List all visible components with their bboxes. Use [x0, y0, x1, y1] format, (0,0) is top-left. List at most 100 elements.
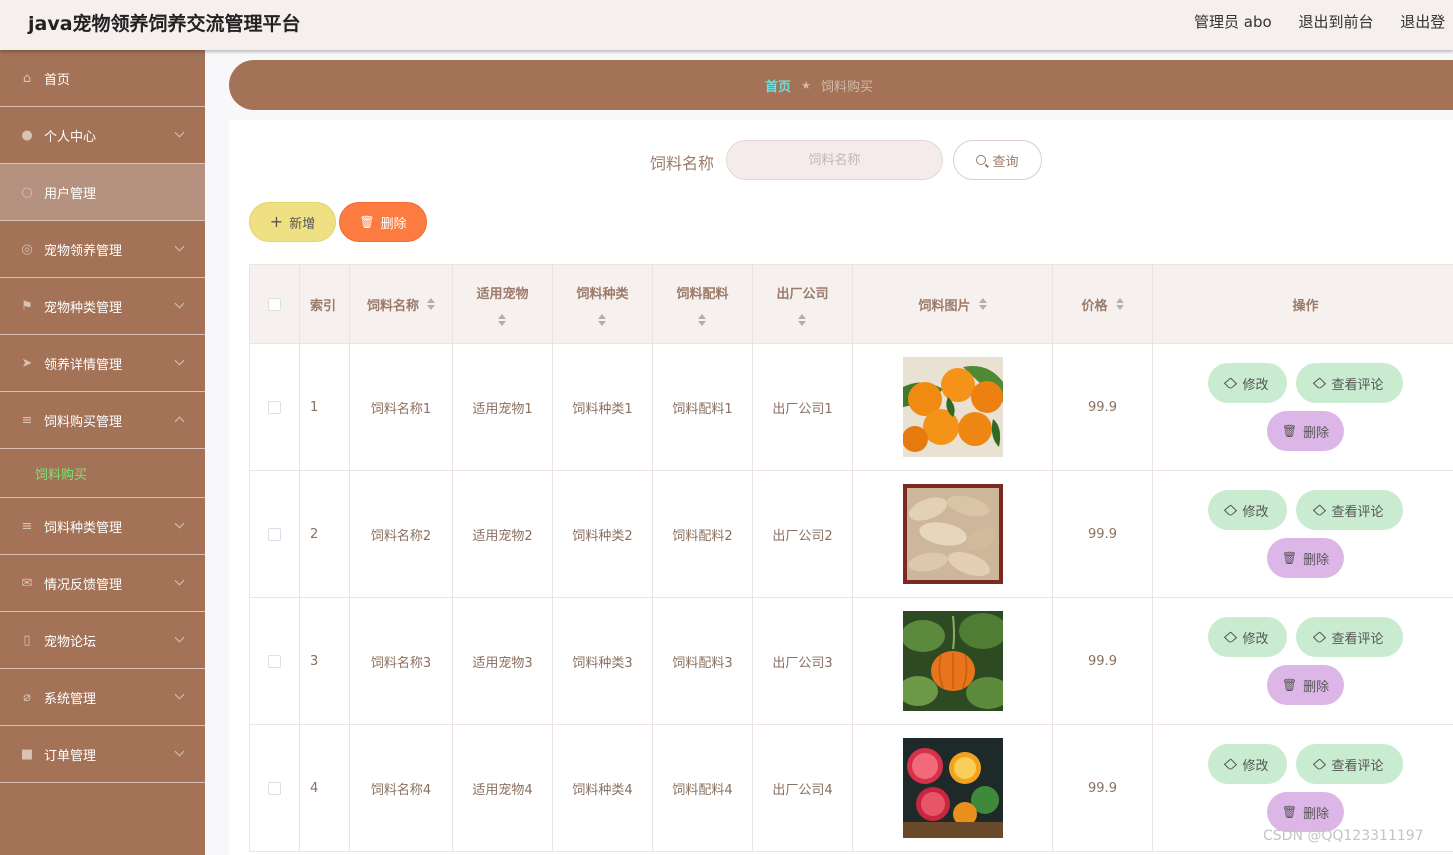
sort-icon[interactable] [798, 313, 807, 326]
col-index: 索引 [310, 298, 337, 314]
search-button[interactable]: 查询 [953, 140, 1042, 180]
row-checkbox[interactable] [268, 781, 281, 795]
cell-price: 99.9 [1053, 598, 1153, 725]
cell-type: 饲料种类3 [553, 598, 653, 725]
search-input[interactable] [726, 140, 943, 180]
sidebar-item-user-management[interactable]: ○ 用户管理 [0, 164, 205, 221]
edit-icon [1224, 503, 1238, 517]
sidebar-item-pet-forum[interactable]: ▯ 宠物论坛 [0, 612, 205, 669]
content-panel: 饲料名称 查询 + 新增 🗑 删除 索引 饲料名称 适用宠物 饲料种类 饲料配料… [229, 120, 1453, 855]
edit-icon [1313, 503, 1327, 517]
trash-icon: 🗑 [1281, 424, 1298, 438]
chevron-down-icon [174, 575, 185, 586]
sidebar-item-feed-purchase[interactable]: ≡ 饲料购买管理 [0, 392, 205, 449]
back-to-front-link[interactable]: 退出到前台 [1298, 13, 1373, 31]
breadcrumb-home[interactable]: 首页 [765, 76, 791, 95]
batch-delete-button[interactable]: 🗑 删除 [339, 202, 427, 242]
sidebar-subitem-feed-purchase[interactable]: 饲料购买 [0, 449, 205, 498]
app-title: java宠物领养饲养交流管理平台 [28, 13, 301, 35]
edit-icon [1224, 630, 1238, 644]
current-user: 管理员 abo [1194, 13, 1272, 31]
cell-ingredient: 饲料配料1 [653, 344, 753, 471]
row-checkbox[interactable] [268, 527, 281, 541]
sidebar-item-home[interactable]: ⌂ 首页 [0, 50, 205, 107]
search-label: 饲料名称 [650, 154, 715, 173]
feed-image-ginger [902, 484, 1003, 584]
col-ingredient: 饲料配料 [676, 286, 729, 302]
sidebar-item-personal-center[interactable]: ● 个人中心 [0, 107, 205, 164]
batch-delete-label: 删除 [380, 216, 407, 232]
sort-icon[interactable] [698, 313, 707, 326]
row-delete-button[interactable]: 🗑 删除 [1267, 411, 1344, 451]
sidebar-item-label: 情况反馈管理 [44, 577, 123, 593]
users-icon: ○ [21, 184, 33, 200]
cell-ingredient: 饲料配料2 [653, 471, 753, 598]
sidebar-item-feed-category[interactable]: ≡ 饲料种类管理 [0, 498, 205, 555]
search-button-label: 查询 [992, 154, 1019, 170]
col-actions: 操作 [1292, 298, 1319, 314]
cell-ingredient: 饲料配料4 [653, 725, 753, 852]
view-comments-button[interactable]: 查看评论 [1296, 744, 1403, 784]
cell-price: 99.9 [1053, 725, 1153, 852]
sort-icon[interactable] [427, 298, 435, 310]
sidebar-item-feedback[interactable]: ✉ 情况反馈管理 [0, 555, 205, 612]
trash-icon: 🗑 [359, 215, 375, 229]
sort-icon[interactable] [1115, 298, 1124, 310]
breadcrumb-current: 饲料购买 [820, 79, 873, 95]
select-all-checkbox[interactable] [268, 297, 281, 311]
edit-icon [1224, 376, 1238, 390]
row-delete-button[interactable]: 🗑 删除 [1267, 538, 1344, 578]
row-delete-label: 删除 [1303, 806, 1330, 822]
sort-icon[interactable] [498, 313, 507, 326]
chevron-down-icon [174, 689, 185, 700]
sidebar-item-label: 系统管理 [44, 691, 97, 707]
plus-icon: + [269, 212, 284, 231]
edit-icon [1224, 757, 1238, 771]
sidebar-item-label: 领养详情管理 [44, 357, 123, 373]
row-checkbox[interactable] [268, 400, 281, 414]
sidebar-item-orders[interactable]: ■ 订单管理 [0, 726, 205, 783]
chevron-down-icon [174, 518, 185, 529]
user-icon: ● [21, 127, 33, 143]
cell-type: 饲料种类4 [553, 725, 653, 852]
cell-index: 3 [300, 598, 350, 725]
edit-button[interactable]: 修改 [1208, 617, 1287, 657]
row-delete-button[interactable]: 🗑 删除 [1267, 665, 1344, 705]
row-checkbox[interactable] [268, 654, 281, 668]
cell-company: 出厂公司1 [753, 344, 853, 471]
edit-icon [1313, 630, 1327, 644]
flag-icon: ⚑ [21, 298, 33, 314]
edit-label: 修改 [1242, 631, 1269, 647]
col-price: 价格 [1081, 298, 1108, 314]
sidebar-item-label: 首页 [44, 72, 71, 88]
sidebar-item-pet-adoption[interactable]: ◎ 宠物领养管理 [0, 221, 205, 278]
add-button[interactable]: + 新增 [249, 202, 336, 242]
feed-table: 索引 饲料名称 适用宠物 饲料种类 饲料配料 出厂公司 饲料图片 价格 操作 1… [249, 264, 1453, 852]
view-comments-button[interactable]: 查看评论 [1296, 363, 1403, 403]
sidebar-item-pet-category[interactable]: ⚑ 宠物种类管理 [0, 278, 205, 335]
view-comments-button[interactable]: 查看评论 [1296, 617, 1403, 657]
edit-button[interactable]: 修改 [1208, 363, 1287, 403]
table-row: 3 饲料名称3 适用宠物3 饲料种类3 饲料配料3 出厂公司3 99.9 修改 … [250, 598, 1453, 725]
view-comments-button[interactable]: 查看评论 [1296, 490, 1403, 530]
row-delete-label: 删除 [1303, 425, 1330, 441]
row-delete-button[interactable]: 🗑 删除 [1267, 792, 1344, 832]
sidebar-item-label: 宠物种类管理 [44, 300, 123, 316]
chevron-down-icon [174, 298, 185, 309]
sidebar: ⌂ 首页 ● 个人中心 ○ 用户管理 ◎ 宠物领养管理 ⚑ 宠物种类管理 ➤ 领… [0, 50, 205, 855]
edit-button[interactable]: 修改 [1208, 490, 1287, 530]
sidebar-item-system[interactable]: ⌀ 系统管理 [0, 669, 205, 726]
edit-button[interactable]: 修改 [1208, 744, 1287, 784]
cell-name: 饲料名称2 [350, 471, 453, 598]
message-icon: ✉ [21, 575, 33, 591]
sidebar-item-adoption-details[interactable]: ➤ 领养详情管理 [0, 335, 205, 392]
home-icon: ⌂ [22, 70, 32, 86]
logout-link[interactable]: 退出登 [1400, 13, 1445, 31]
col-pet: 适用宠物 [476, 286, 529, 302]
view-comments-label: 查看评论 [1331, 377, 1384, 393]
cell-pet: 适用宠物4 [453, 725, 553, 852]
sort-icon[interactable] [598, 313, 607, 326]
sort-icon[interactable] [978, 298, 987, 310]
cell-ingredient: 饲料配料3 [653, 598, 753, 725]
sidebar-item-label: 宠物领养管理 [44, 243, 123, 259]
